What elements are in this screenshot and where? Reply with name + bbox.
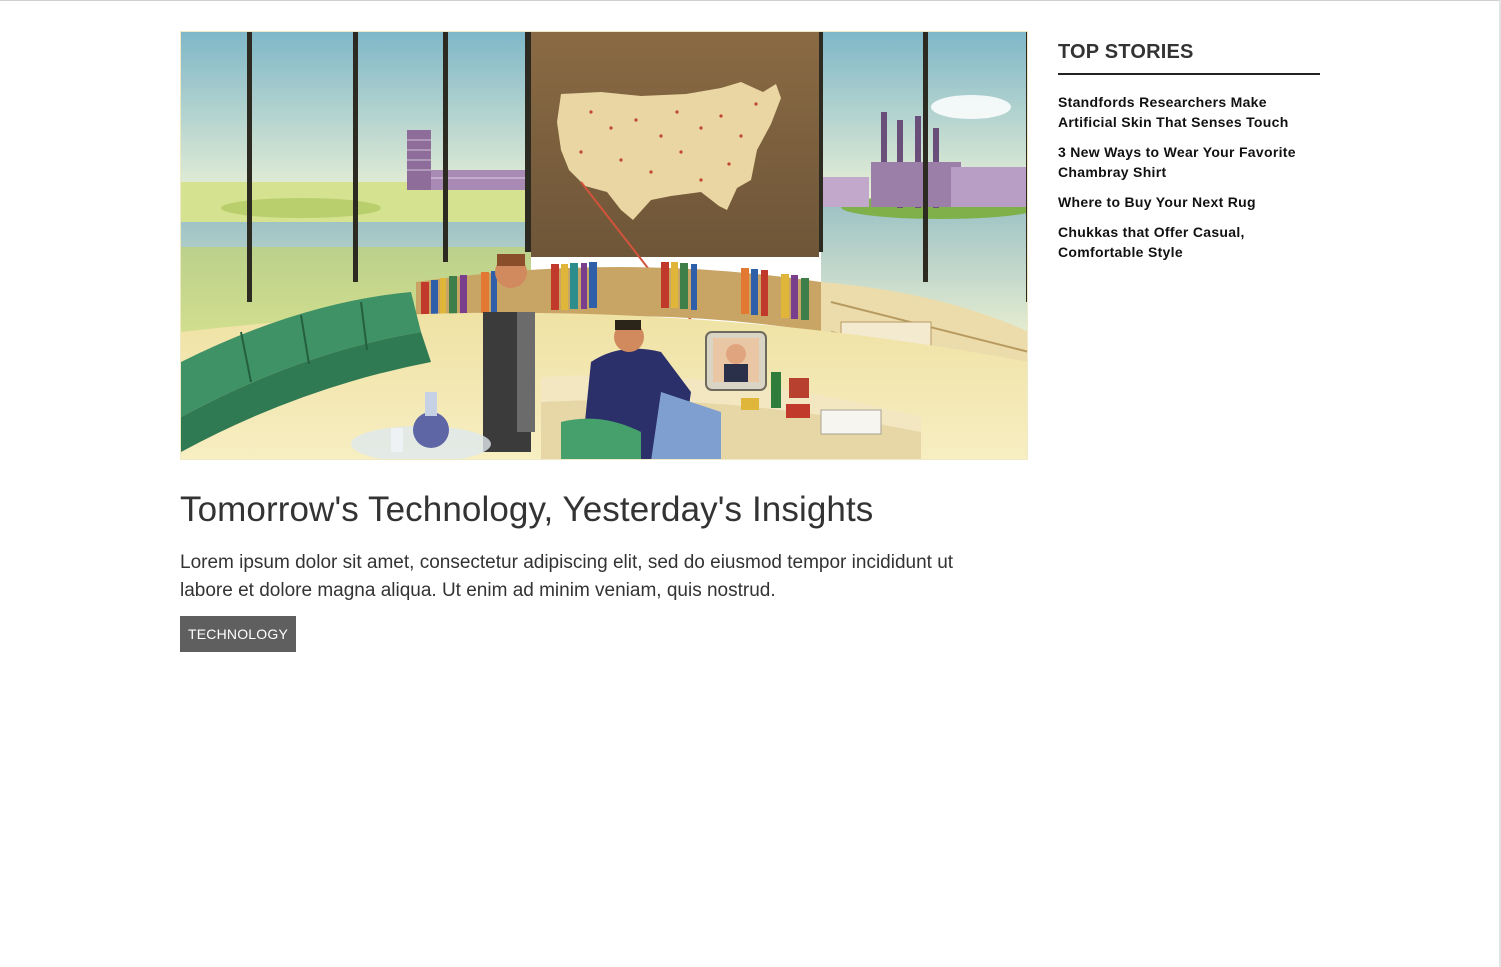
top-border [0,0,1501,1]
list-item: Where to Buy Your Next Rug [1058,192,1320,212]
sidebar-title: TOP STORIES [1058,31,1320,75]
article-headline[interactable]: Tomorrow's Technology, Yesterday's Insig… [180,489,1028,531]
category-tag[interactable]: TECHNOLOGY [180,616,297,652]
list-item: Standfords Researchers Make Artificial S… [1058,92,1320,132]
top-stories-sidebar: TOP STORIES Standfords Researchers Make … [1058,31,1320,272]
story-link[interactable]: Chukkas that Offer Casual, Comfortable S… [1058,222,1320,262]
story-link[interactable]: Standfords Researchers Make Artificial S… [1058,92,1320,132]
hero-image[interactable] [180,31,1028,460]
control-room-illustration [181,32,1027,459]
featured-article: Tomorrow's Technology, Yesterday's Insig… [180,31,1028,652]
story-list: Standfords Researchers Make Artificial S… [1058,92,1320,262]
story-link[interactable]: Where to Buy Your Next Rug [1058,192,1320,212]
list-item: 3 New Ways to Wear Your Favorite Chambra… [1058,142,1320,182]
article-excerpt: Lorem ipsum dolor sit amet, consectetur … [180,552,954,601]
list-item: Chukkas that Offer Casual, Comfortable S… [1058,222,1320,262]
story-link[interactable]: 3 New Ways to Wear Your Favorite Chambra… [1058,142,1320,182]
